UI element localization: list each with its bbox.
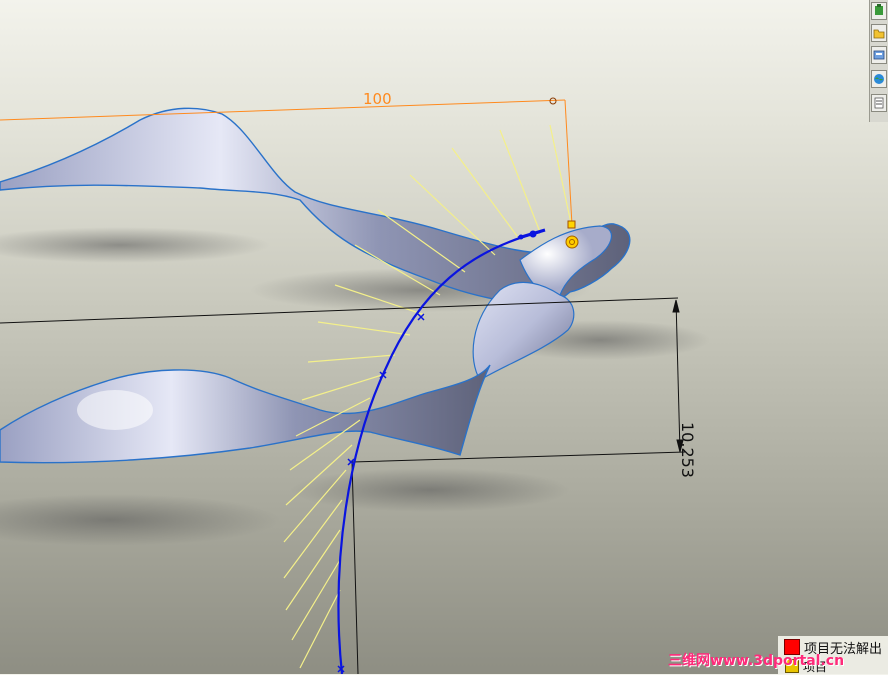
spline-handle[interactable] — [517, 228, 546, 240]
relation-icon[interactable] — [565, 235, 579, 249]
folder-icon[interactable] — [871, 24, 887, 42]
endpoint-marker[interactable] — [567, 220, 576, 229]
task-pane — [869, 0, 888, 122]
swept-surface-lower[interactable] — [0, 364, 491, 464]
surface-highlight — [77, 390, 153, 430]
properties-icon[interactable] — [871, 94, 887, 112]
graphics-area[interactable]: 10.253 100 — [0, 0, 888, 674]
dimension-vertical-label[interactable]: 10.253 — [678, 422, 697, 478]
surface-shadow — [0, 494, 280, 546]
surface-shadow — [290, 468, 570, 512]
surface-shadow — [0, 227, 270, 263]
dimension-horizontal-label[interactable]: 100 — [363, 90, 392, 108]
explorer-icon[interactable] — [871, 70, 887, 88]
library-icon[interactable] — [871, 46, 887, 64]
resources-icon[interactable] — [871, 2, 887, 20]
watermark: 三维网www.3dportal.cn — [668, 653, 845, 669]
